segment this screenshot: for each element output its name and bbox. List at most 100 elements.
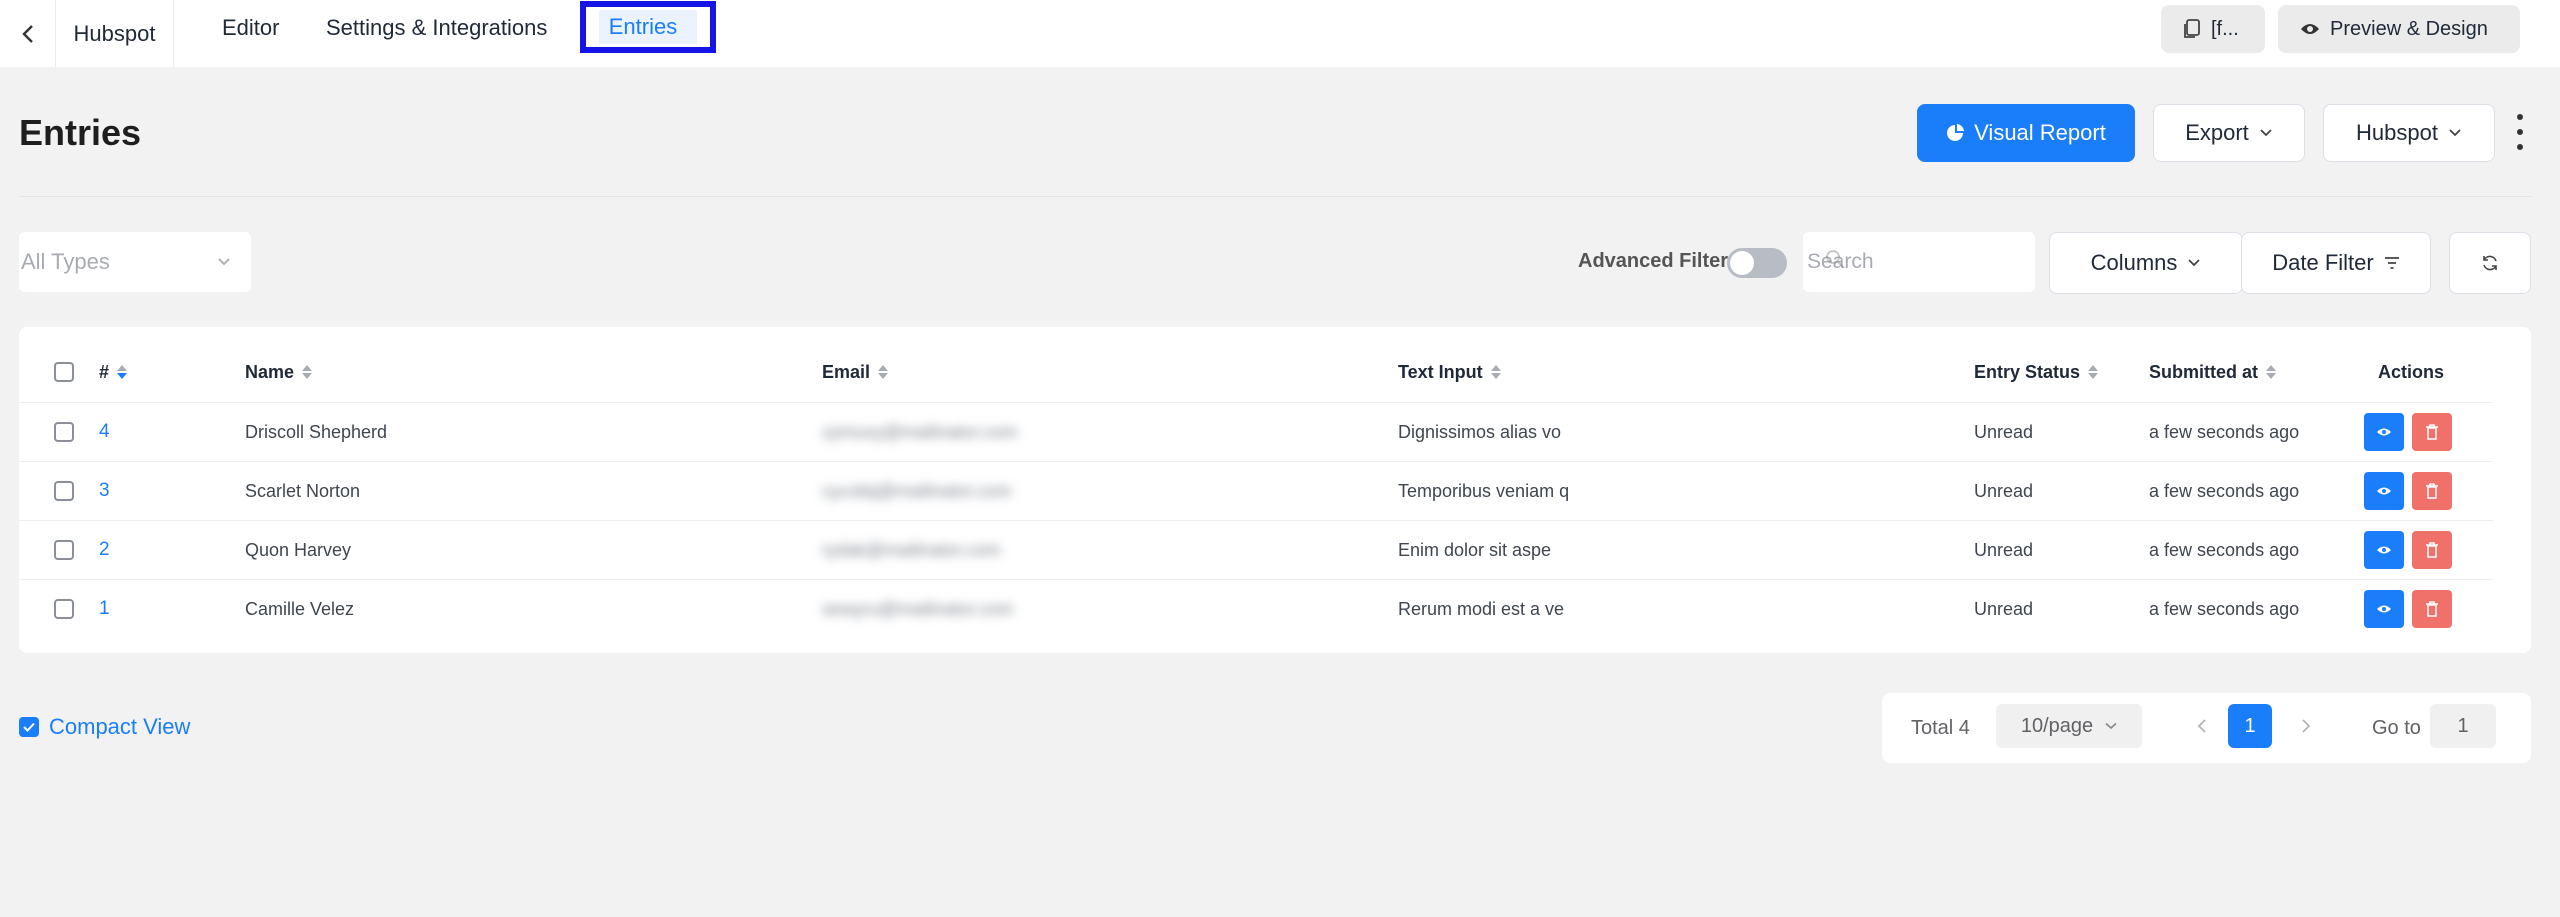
sort-icon[interactable] [878,365,889,379]
tab-entries[interactable]: Entries [580,1,716,53]
view-entry-button[interactable] [2364,590,2404,628]
row-checkbox[interactable] [54,599,74,619]
refresh-button[interactable] [2449,232,2531,294]
prev-page-button[interactable] [2182,704,2222,748]
sort-icon[interactable] [2088,365,2099,379]
header-divider [19,196,2531,197]
shortcode-label: [f... [2211,17,2239,40]
header-divider [19,402,2493,403]
columns-dropdown[interactable]: Columns [2049,232,2243,294]
checkmark-icon [23,722,35,732]
row-divider [19,520,2493,521]
row-checkbox-cell [54,403,74,461]
entry-name: Quon Harvey [245,539,352,560]
search-box [1803,232,2035,292]
entry-text-input: Dignissimos alias vo [1398,421,1562,442]
view-entry-button[interactable] [2364,531,2404,569]
entry-id-link[interactable]: 2 [99,521,110,579]
row-checkbox[interactable] [54,540,74,560]
view-entry-button[interactable] [2364,472,2404,510]
column-header-name[interactable]: Name [245,350,313,394]
compact-view-label: Compact View [49,714,191,739]
form-name: Hubspot [56,0,174,67]
columns-label: Columns [2090,250,2178,275]
pagination: Total 4 10/page 1 Go to 1 [1882,693,2531,763]
shortcode-button[interactable]: [f... [2161,5,2265,53]
eye-icon [2377,428,2391,436]
integration-dropdown[interactable]: Hubspot [2323,104,2495,162]
view-entry-button[interactable] [2364,413,2404,451]
column-header-id[interactable]: # [99,350,128,394]
column-header-label: Entry Status [1974,361,2081,382]
delete-entry-button[interactable] [2412,590,2452,628]
sort-icon[interactable] [2266,365,2277,379]
entry-id-link[interactable]: 1 [99,580,110,638]
date-filter-button[interactable]: Date Filter [2241,232,2431,294]
row-actions [2364,403,2452,461]
chevron-left-icon [21,24,33,43]
row-actions [2364,462,2452,520]
total-count: Total 4 [1911,716,1970,739]
entry-submitted-at: a few seconds ago [2149,480,2300,501]
export-dropdown[interactable]: Export [2153,104,2305,162]
next-page-button[interactable] [2286,704,2326,748]
entry-text-input: Temporibus veniam q [1398,480,1570,501]
entry-name: Camille Velez [245,598,355,619]
row-checkbox-cell [54,580,74,638]
select-all-checkbox[interactable] [54,362,74,382]
back-button[interactable] [0,0,56,67]
preview-design-button[interactable]: Preview & Design [2278,5,2520,53]
compact-view-toggle[interactable]: Compact View [19,714,190,740]
delete-entry-button[interactable] [2412,472,2452,510]
delete-entry-button[interactable] [2412,531,2452,569]
page-number-current[interactable]: 1 [2228,704,2272,748]
column-header-label: # [99,361,110,382]
trash-icon [2426,483,2438,499]
advanced-filter-toggle[interactable] [1727,248,1787,278]
entry-email: sewyru@mailinator.com [822,598,1014,619]
search-icon [1826,250,1844,268]
entries-table: # Name Email Text Input Entry Status Sub… [19,327,2531,653]
trash-icon [2426,601,2438,617]
sort-icon[interactable] [302,365,313,379]
row-checkbox[interactable] [54,481,74,501]
row-actions [2364,521,2452,579]
refresh-icon [2483,255,2497,271]
select-all-checkbox-cell [54,350,74,394]
visual-report-button[interactable]: Visual Report [1917,104,2135,162]
entry-id-link[interactable]: 3 [99,462,110,520]
page-size-label: 10/page [2020,714,2094,737]
tab-editor[interactable]: Editor [222,0,279,56]
sort-icon[interactable] [1490,365,1501,379]
column-header-entry-status[interactable]: Entry Status [1974,350,2099,394]
entry-id-link[interactable]: 4 [99,403,110,461]
date-filter-label: Date Filter [2272,250,2374,275]
page-size-select[interactable]: 10/page [1996,704,2142,748]
entry-type-select[interactable]: All Types [19,232,251,292]
goto-page-input[interactable]: 1 [2430,704,2496,748]
chevron-down-icon [2449,129,2461,137]
export-label: Export [2185,120,2249,145]
column-header-text-input[interactable]: Text Input [1398,350,1501,394]
tab-settings-integrations[interactable]: Settings & Integrations [326,0,547,56]
integration-label: Hubspot [2356,120,2438,145]
entry-status: Unread [1974,598,2034,619]
column-header-email[interactable]: Email [822,350,889,394]
column-header-submitted-at[interactable]: Submitted at [2149,350,2277,394]
column-header-label: Email [822,361,871,382]
entry-status: Unread [1974,480,2034,501]
entry-status: Unread [1974,539,2034,560]
column-header-label: Text Input [1398,361,1483,382]
row-actions [2364,580,2452,638]
row-checkbox[interactable] [54,422,74,442]
entry-email: rydak@mailinator.com [822,539,1001,560]
row-divider [19,461,2493,462]
chevron-left-icon [2197,719,2206,733]
chevron-down-icon [2188,259,2201,267]
compact-view-checkbox[interactable] [19,717,39,737]
kebab-icon[interactable] [2512,114,2528,150]
delete-entry-button[interactable] [2412,413,2452,451]
sort-icon[interactable] [117,365,128,379]
entry-name: Driscoll Shepherd [245,421,388,442]
trash-icon [2426,542,2438,558]
